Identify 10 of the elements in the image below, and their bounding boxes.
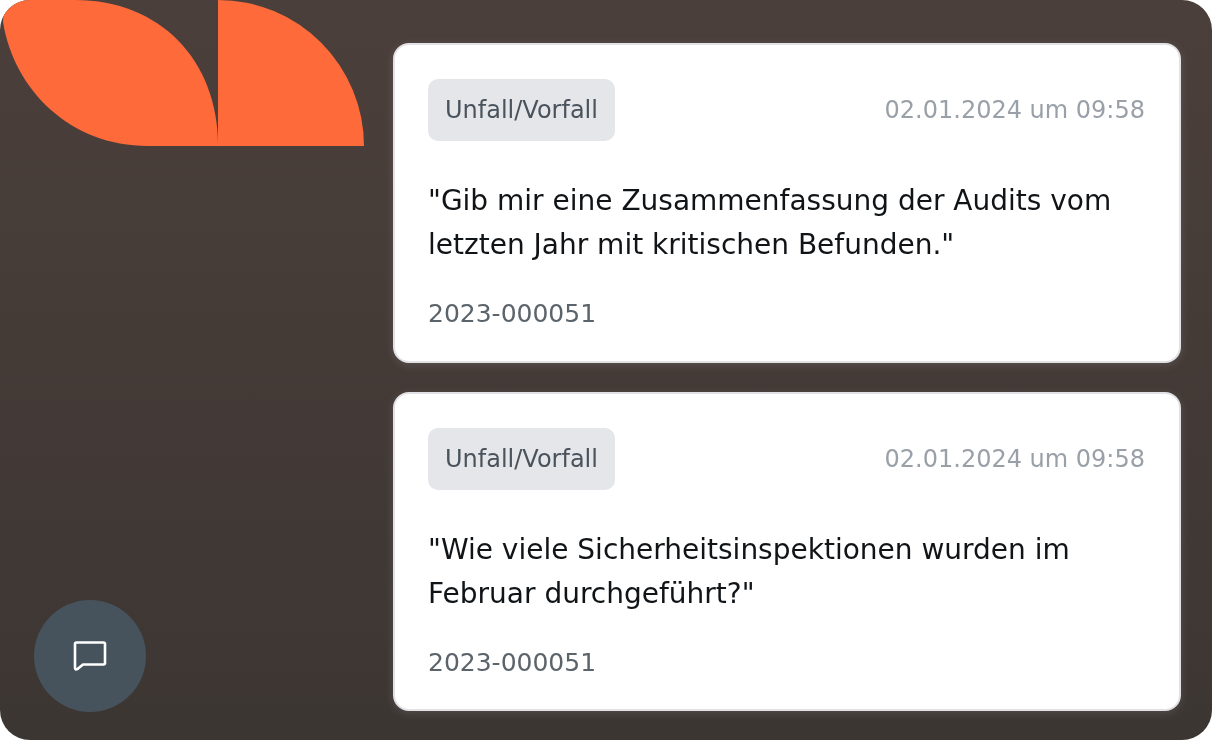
- prompt-text: "Wie viele Sicherheitsinspektionen wurden im Februar durchgeführt?": [428, 531, 1071, 612]
- chat-icon: [73, 641, 107, 671]
- prompt-text: "Gib mir eine Zusammenfassung der Audits vom letzten Jahr mit kritischen Befunden.": [428, 183, 1113, 263]
- category-tag: Unfall/Vorfall: [428, 79, 615, 141]
- record-id: 2023-000051: [428, 299, 597, 329]
- logo-icon: [0, 0, 364, 146]
- timestamp: 02.01.2024 um 09:58: [884, 96, 1145, 124]
- record-id: 2023-000051: [428, 647, 597, 678]
- category-tag: Unfall/Vorfall: [428, 427, 615, 490]
- timestamp: 02.01.2024 um 09:58: [884, 444, 1145, 473]
